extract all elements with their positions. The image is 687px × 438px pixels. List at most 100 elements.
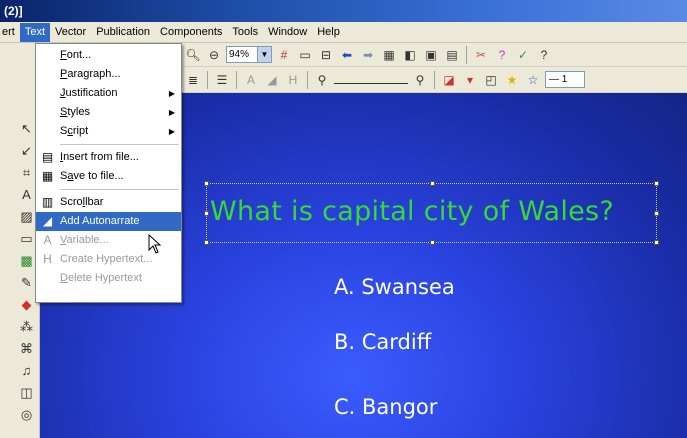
help-pointer-icon[interactable]: ? [493, 46, 511, 64]
bullet-list-icon[interactable]: ☰ [213, 71, 231, 89]
menu-separator [60, 189, 179, 190]
question-text[interactable]: What is capital city of Wales? [210, 194, 660, 230]
menu-item-label: Paragraph... [60, 68, 121, 80]
menu-item-script[interactable]: Script ▶ [36, 122, 181, 141]
fill-bucket-icon[interactable]: ◆ [18, 296, 36, 314]
resize-handle[interactable] [204, 240, 209, 245]
menu-item-label: Add Autonarrate [60, 215, 140, 227]
grid-icon[interactable]: # [275, 46, 293, 64]
toolbar-separator [434, 70, 435, 89]
menu-item-delete-hypertext[interactable]: Delete Hypertext [36, 269, 181, 288]
menu-components[interactable]: Components [155, 23, 227, 42]
menu-item-label: Script [60, 125, 89, 137]
menu-accelerator-letter: P [60, 68, 68, 80]
line-style-preview[interactable] [334, 70, 408, 84]
page-grid-icon[interactable]: ▦ [380, 46, 398, 64]
publish-page-icon[interactable]: ⊟ [317, 46, 335, 64]
menu-item-label: Create Hypertext... [60, 253, 153, 265]
text-style-icon[interactable]: A [242, 71, 260, 89]
menu-item-insert-from-file[interactable]: ▤ Insert from file... [36, 148, 181, 167]
zoom-out-icon[interactable]: ⊖ [205, 46, 223, 64]
menu-publication[interactable]: Publication [91, 23, 155, 42]
crop-icon[interactable]: ⌗ [18, 164, 36, 182]
window-title: (2)] [4, 4, 23, 18]
resize-handle[interactable] [654, 240, 659, 245]
menu-item-styles[interactable]: Styles ▶ [36, 103, 181, 122]
zoom-in-icon[interactable]: 🔍︎ [184, 46, 202, 64]
tools-icon[interactable]: ✂ [472, 46, 490, 64]
menu-item-save-to-file[interactable]: ▦ Save to file... [36, 167, 181, 186]
back-arrow-icon[interactable]: ⬅ [338, 46, 356, 64]
resize-handle[interactable] [204, 181, 209, 186]
menu-item-label: Delete Hypertext [60, 272, 142, 284]
submenu-arrow-icon: ▶ [168, 108, 175, 117]
answer-option-c[interactable]: C. Bangor [334, 395, 437, 419]
resize-handle[interactable] [430, 240, 435, 245]
line-thickness-value: 1 [561, 74, 568, 85]
save-disk-icon[interactable]: ▤ [443, 46, 461, 64]
format-toolbar: ≣ ☰ A ◢ H ⚲ ⚲ ◪ ▾ ◰ ★ ☆ — 1 [180, 67, 687, 93]
star-effect-icon[interactable]: ★ [503, 71, 521, 89]
image-tool-icon[interactable]: ▩ [18, 252, 36, 270]
answer-option-a[interactable]: A. Swansea [334, 275, 455, 299]
menu-item-justification[interactable]: Justification ▶ [36, 84, 181, 103]
menu-item-font[interactable]: Font... [36, 46, 181, 65]
menu-insert[interactable]: ert [0, 23, 20, 42]
menu-vector[interactable]: Vector [50, 23, 91, 42]
autonarrate-icon: ◢ [42, 214, 53, 228]
align-justify-icon[interactable]: ≣ [184, 71, 202, 89]
star-outline-icon[interactable]: ☆ [524, 71, 542, 89]
resize-handle[interactable] [654, 181, 659, 186]
page-view-icon[interactable]: ◧ [401, 46, 419, 64]
resize-handle[interactable] [204, 211, 209, 216]
toolbar-separator [236, 70, 237, 89]
menu-text[interactable]: Text [19, 22, 51, 42]
line-thickness-select[interactable]: — 1 [545, 71, 585, 88]
audio-tool-icon[interactable]: ♫ [18, 362, 36, 380]
rotate-arrow-icon[interactable]: ↙ [18, 142, 36, 160]
rectangle-tool-icon[interactable]: ▭ [18, 230, 36, 248]
insert-file-icon: ▤ [41, 150, 54, 164]
answer-option-b[interactable]: B. Cardiff [334, 330, 431, 354]
line-start-icon[interactable]: ⚲ [313, 71, 331, 89]
menu-accelerator-letter: J [60, 87, 66, 99]
path-tool-icon[interactable]: ⁂ [18, 318, 36, 336]
submenu-arrow-icon: ▶ [168, 127, 175, 136]
standard-toolbar: 🔍︎ ⊖ 94% ▼ # ▭ ⊟ ⬅ ➡ ▦ ◧ ▣ ▤ ✂ ? ✓ ? [180, 43, 687, 67]
fill-color-icon[interactable]: ◪ [440, 71, 458, 89]
zoom-select[interactable]: 94% ▼ [226, 46, 272, 63]
frame-tool-icon[interactable]: ◫ [18, 384, 36, 402]
pen-tool-icon[interactable]: ✎ [18, 274, 36, 292]
menu-item-add-autonarrate[interactable]: ◢ Add Autonarrate [36, 212, 181, 231]
menu-window[interactable]: Window [263, 23, 312, 42]
line-color-icon[interactable]: ▾ [461, 71, 479, 89]
menu-item-label: Scrollbar [60, 196, 104, 208]
forward-arrow-icon[interactable]: ➡ [359, 46, 377, 64]
line-end-icon[interactable]: ⚲ [411, 71, 429, 89]
menu-accelerator-letter: l [82, 196, 86, 208]
menu-accelerator-letter: a [67, 170, 74, 182]
menu-tools[interactable]: Tools [227, 23, 263, 42]
text-tool-icon[interactable]: A [18, 186, 36, 204]
menu-item-label: Insert from file... [60, 151, 139, 163]
menu-item-label: Variable... [60, 234, 109, 246]
submenu-arrow-icon: ▶ [168, 89, 175, 98]
help-icon[interactable]: ? [535, 46, 553, 64]
effects-tool-icon[interactable]: ⌘ [18, 340, 36, 358]
menu-accelerator-letter: D [60, 272, 68, 284]
resize-handle[interactable] [430, 181, 435, 186]
picture-tool-icon[interactable]: ▨ [18, 208, 36, 226]
globe-tool-icon[interactable]: ◎ [18, 406, 36, 424]
shape-select-icon[interactable]: ◰ [482, 71, 500, 89]
select-arrow-icon[interactable]: ↖ [18, 120, 36, 138]
toolbar-separator [307, 70, 308, 89]
preview-page-icon[interactable]: ▭ [296, 46, 314, 64]
check-icon[interactable]: ✓ [514, 46, 532, 64]
menu-help[interactable]: Help [312, 23, 345, 42]
hypertext-icon[interactable]: H [284, 71, 302, 89]
menu-item-paragraph[interactable]: Paragraph... [36, 65, 181, 84]
menu-item-scrollbar[interactable]: ▥ Scrollbar [36, 193, 181, 212]
chevron-down-icon[interactable]: ▼ [257, 47, 271, 62]
autonarrate-icon[interactable]: ◢ [263, 71, 281, 89]
monitor-icon[interactable]: ▣ [422, 46, 440, 64]
